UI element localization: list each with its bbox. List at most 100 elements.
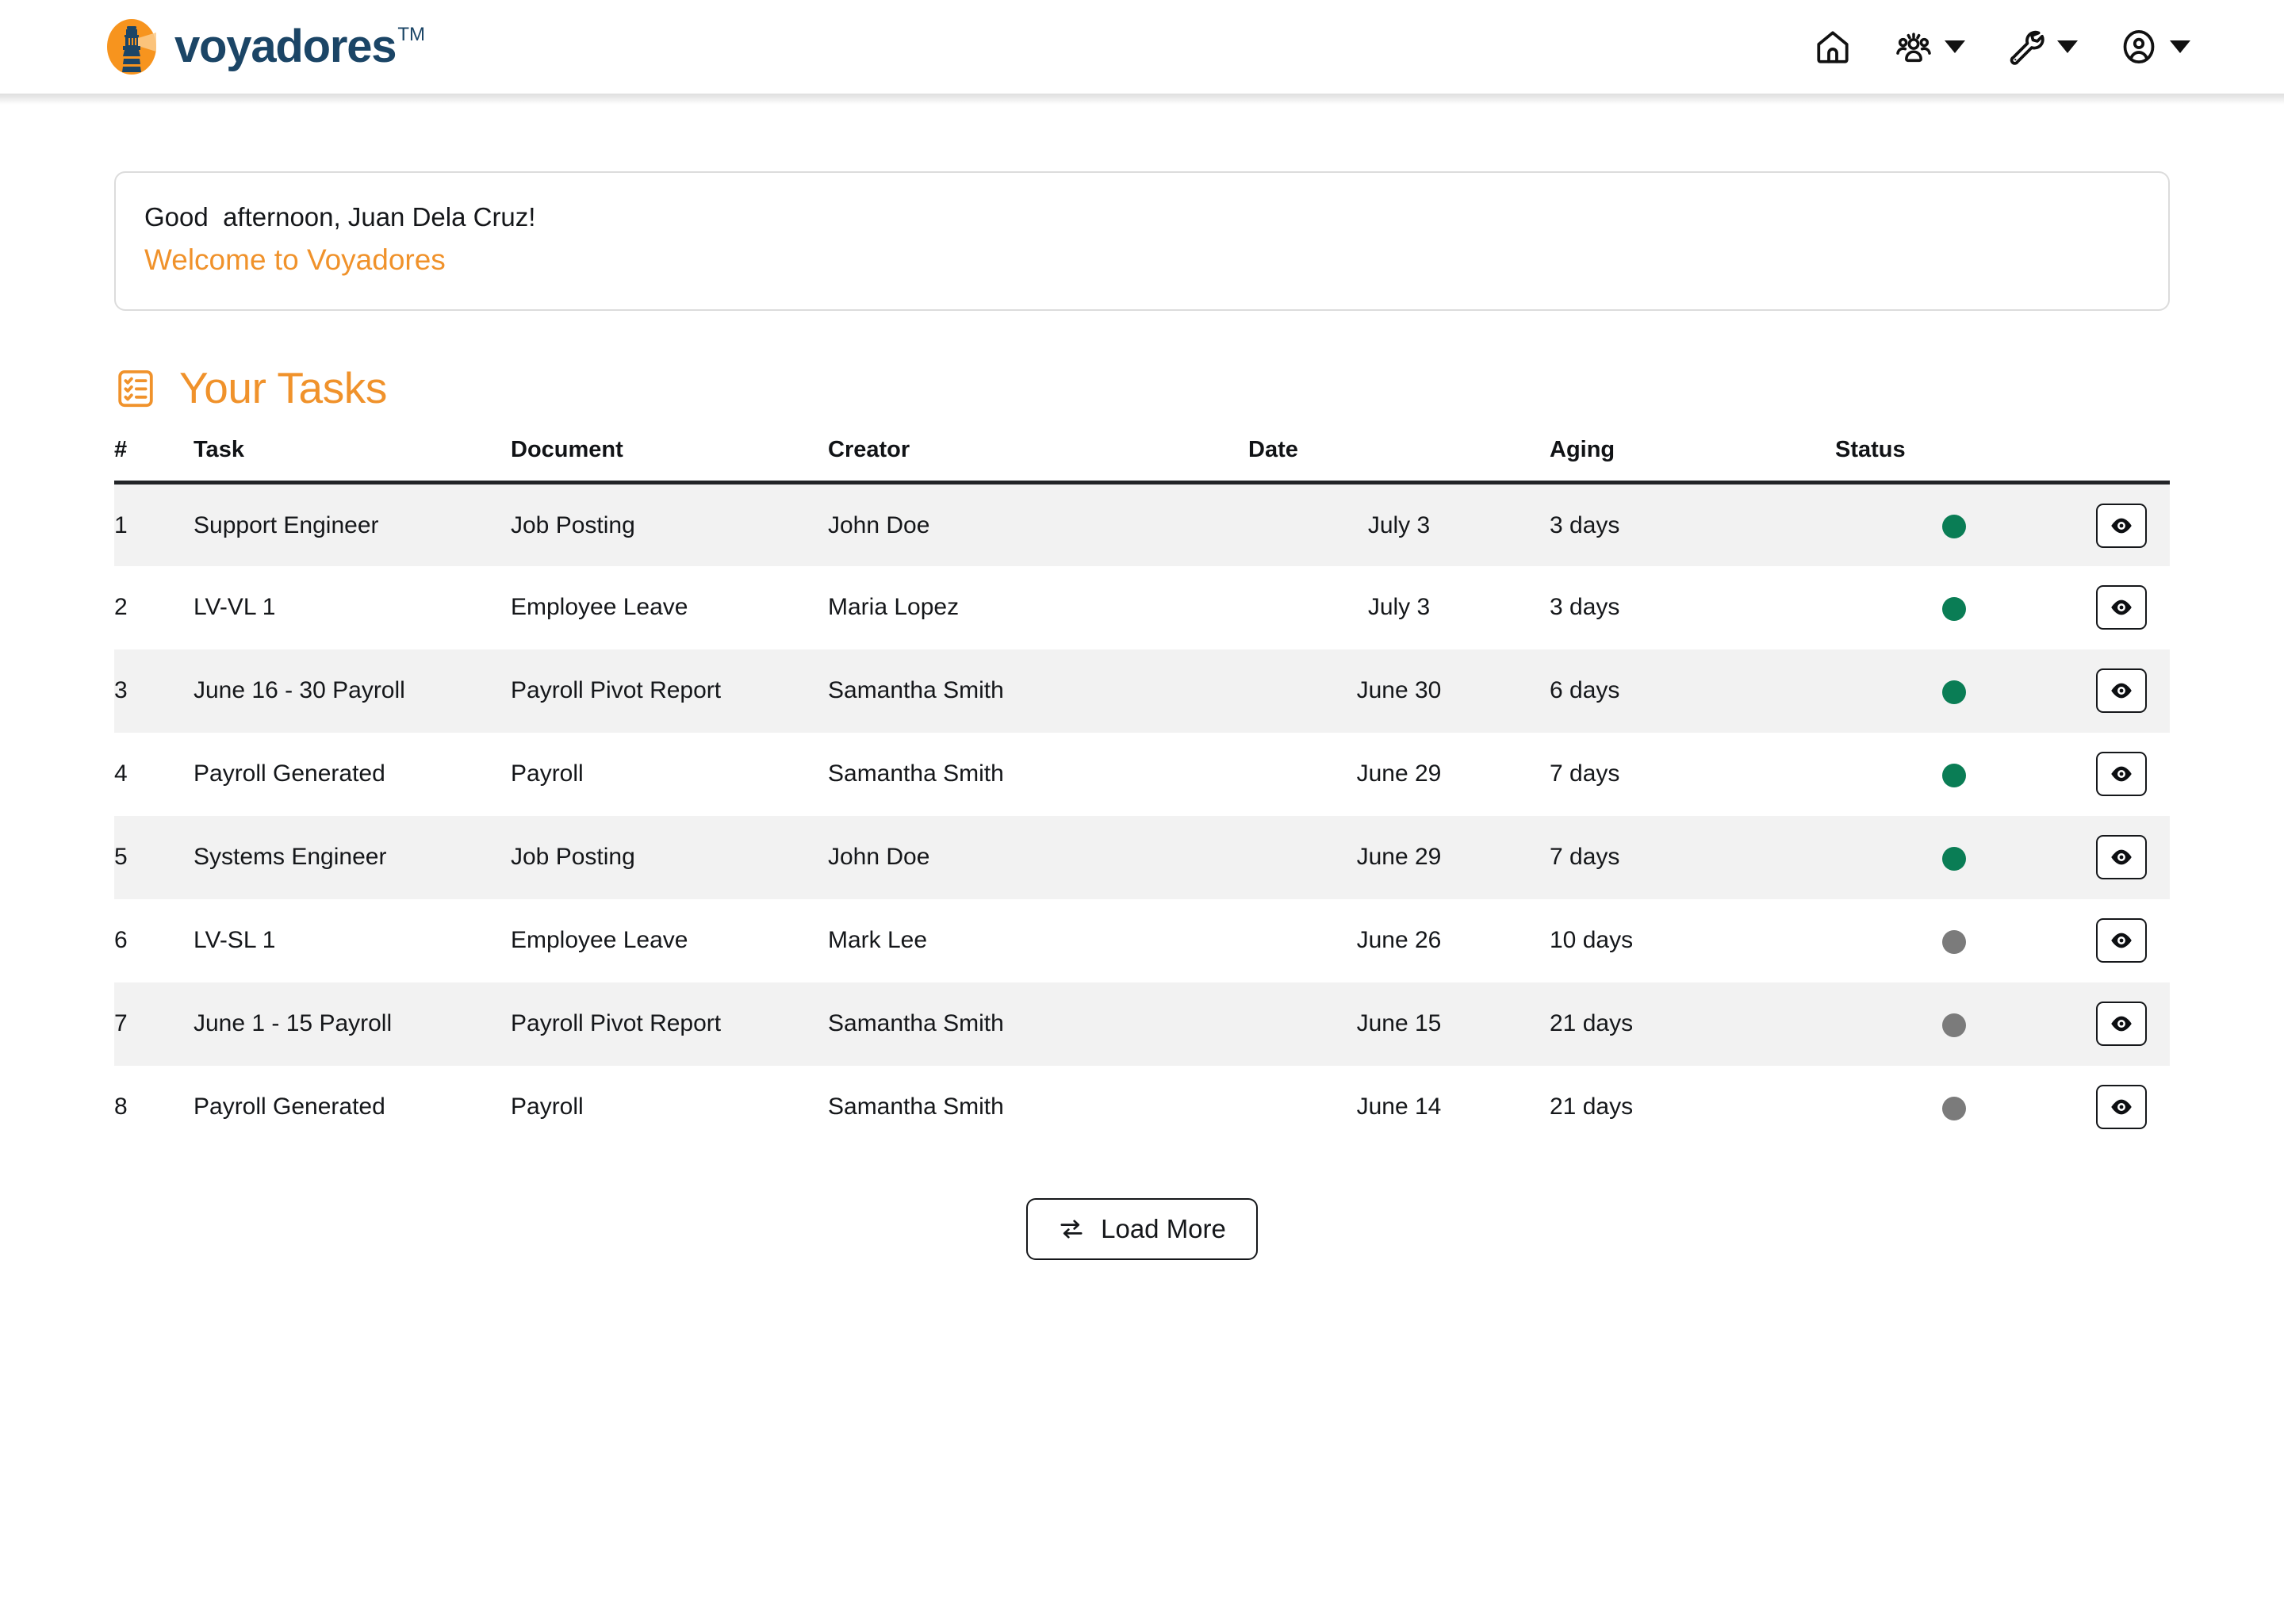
cell-status	[1835, 649, 2073, 733]
cell-actions	[2073, 566, 2170, 649]
view-task-button[interactable]	[2096, 503, 2147, 548]
column-header-number[interactable]: #	[114, 437, 194, 485]
view-task-button[interactable]	[2096, 918, 2147, 963]
table-row[interactable]: 3 June 16 - 30 Payroll Payroll Pivot Repor…	[114, 649, 2170, 733]
nav-item-home[interactable]	[1792, 27, 1873, 67]
cell-document: Payroll	[511, 760, 584, 787]
cell-date: June 26	[1356, 927, 1442, 954]
cell-creator: Maria Lopez	[828, 594, 960, 621]
home-icon[interactable]	[1813, 27, 1853, 67]
eye-icon	[2108, 1010, 2135, 1037]
cell-document: Employee Leave	[511, 927, 688, 954]
cell-creator: Samantha Smith	[828, 649, 1248, 733]
view-task-button[interactable]	[2096, 752, 2147, 797]
cell-task: LV-VL 1	[194, 594, 276, 621]
status-badge	[1942, 514, 1966, 538]
chevron-down-icon[interactable]	[2170, 40, 2190, 53]
cell-task: June 16 - 30 Payroll	[194, 649, 511, 733]
view-task-button[interactable]	[2096, 1002, 2147, 1047]
cell-aging: 10 days	[1550, 927, 1634, 954]
chevron-down-icon[interactable]	[1945, 40, 1965, 53]
cell-status	[1835, 982, 2073, 1066]
column-header-task[interactable]: Task	[194, 437, 511, 485]
table-row[interactable]: 7 June 1 - 15 Payroll Payroll Pivot Report…	[114, 982, 2170, 1066]
cell-creator: Samantha Smith	[828, 760, 1004, 787]
cell-task: Payroll Generated	[194, 1094, 385, 1120]
status-badge	[1942, 846, 1966, 871]
checklist-icon	[114, 367, 157, 410]
column-header-aging[interactable]: Aging	[1550, 437, 1835, 485]
cell-document: Payroll Pivot Report	[511, 649, 828, 733]
column-header-document[interactable]: Document	[511, 437, 828, 485]
table-row[interactable]: 2 LV-VL 1 Employee Leave Maria Lopez July 3 3…	[114, 566, 2170, 649]
cell-task: LV-SL 1	[194, 927, 276, 954]
table-body: 1 Support Engineer Job Posting John Doe July…	[114, 482, 2170, 1149]
account-circle-icon[interactable]	[2119, 27, 2159, 67]
status-badge	[1942, 763, 1966, 787]
view-task-button[interactable]	[2096, 835, 2147, 880]
status-badge	[1942, 929, 1966, 954]
column-header-creator[interactable]: Creator	[828, 437, 1248, 485]
eye-icon	[2108, 512, 2135, 539]
brand-logo[interactable]: voyadores TM	[106, 17, 425, 76]
nav-item-account[interactable]	[2098, 27, 2211, 67]
cell-status	[1835, 899, 2073, 982]
people-group-icon[interactable]	[1894, 27, 1933, 67]
load-more-button[interactable]: Load More	[1026, 1197, 1258, 1260]
cell-actions	[2073, 815, 2170, 899]
cell-creator: Samantha Smith	[828, 982, 1248, 1066]
chevron-down-icon[interactable]	[2057, 40, 2078, 53]
cell-number: 2	[114, 594, 128, 621]
cell-number: 4	[114, 760, 128, 787]
app-header: voyadores TM	[0, 0, 2284, 105]
cell-actions	[2073, 899, 2170, 982]
cell-actions	[2073, 733, 2170, 816]
cell-number: 7	[114, 982, 194, 1066]
view-task-button[interactable]	[2096, 1085, 2147, 1130]
loop-arrows-icon	[1058, 1216, 1085, 1243]
status-badge	[1942, 1013, 1966, 1037]
cell-creator: Mark Lee	[828, 927, 928, 954]
cell-aging: 21 days	[1550, 982, 1835, 1066]
status-badge	[1942, 680, 1966, 704]
cell-status	[1835, 566, 2073, 649]
table-row[interactable]: 5 Systems Engineer Job Posting John Doe June…	[114, 815, 2170, 899]
table-row[interactable]: 1 Support Engineer Job Posting John Doe July…	[114, 482, 2170, 566]
status-badge	[1942, 596, 1966, 621]
cell-number: 8	[114, 1094, 128, 1120]
view-task-button[interactable]	[2096, 585, 2147, 630]
cell-creator: John Doe	[828, 482, 1248, 566]
cell-document: Employee Leave	[511, 594, 688, 621]
cell-aging: 3 days	[1550, 482, 1835, 566]
nav-item-people[interactable]	[1873, 27, 1986, 67]
cell-status	[1835, 1066, 2073, 1149]
cell-date: July 3	[1367, 594, 1431, 621]
view-task-button[interactable]	[2096, 668, 2147, 714]
cell-date: June 15	[1248, 982, 1550, 1066]
cell-number: 1	[114, 482, 194, 566]
nav-item-tools[interactable]	[1986, 27, 2098, 67]
greeting-text: Good afternoon, Juan Dela Cruz!	[144, 202, 536, 232]
page-content: Good afternoon, Juan Dela Cruz! Welcome …	[0, 171, 2284, 1260]
table-row[interactable]: 8 Payroll Generated Payroll Samantha Smith J…	[114, 1066, 2170, 1149]
table-header-row: # Task Document Creator Date Aging Statu…	[114, 437, 2170, 485]
welcome-subtitle: Welcome to Voyadores	[144, 243, 446, 276]
table-head: # Task Document Creator Date Aging Statu…	[114, 437, 2170, 485]
cell-status	[1835, 482, 2073, 566]
cell-date: June 30	[1248, 649, 1550, 733]
cell-status	[1835, 733, 2073, 816]
column-header-date[interactable]: Date	[1248, 437, 1550, 485]
column-header-status[interactable]: Status	[1835, 437, 2073, 485]
cell-date: June 29	[1248, 815, 1550, 899]
cell-aging: 3 days	[1550, 594, 1620, 621]
tasks-section-header: Your Tasks	[114, 366, 2170, 410]
eye-icon	[2108, 927, 2135, 954]
cell-actions	[2073, 482, 2170, 566]
table-row[interactable]: 4 Payroll Generated Payroll Samantha Smith J…	[114, 733, 2170, 816]
cell-number: 6	[114, 927, 128, 954]
eye-icon	[2108, 760, 2135, 787]
wrench-icon[interactable]	[2006, 27, 2046, 67]
table-row[interactable]: 6 LV-SL 1 Employee Leave Mark Lee June 26 10 …	[114, 899, 2170, 982]
cell-number: 3	[114, 649, 194, 733]
cell-document: Job Posting	[511, 482, 828, 566]
